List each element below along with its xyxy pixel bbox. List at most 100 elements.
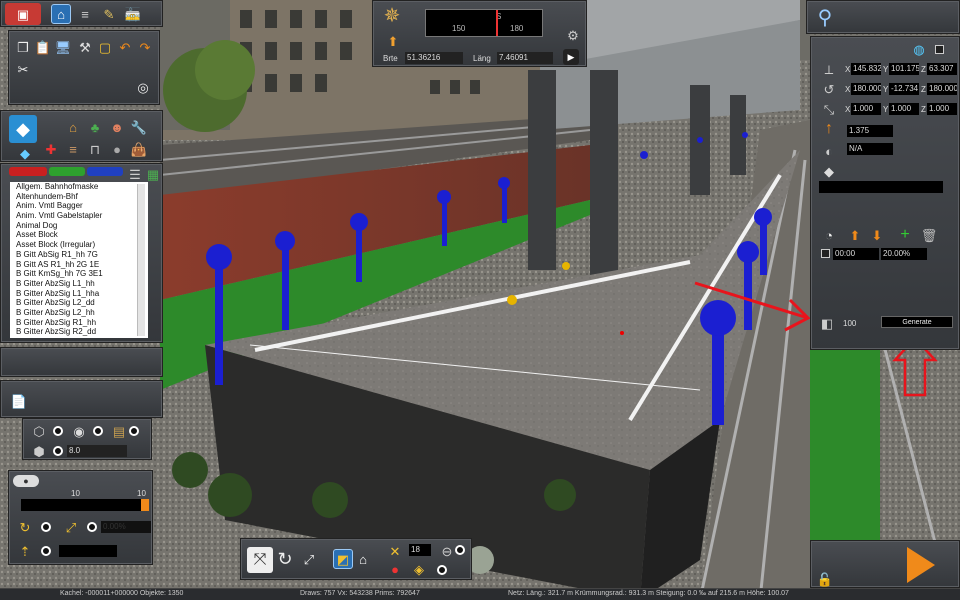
fullscreen-icon[interactable]: ⤧ [247, 547, 273, 573]
time-field[interactable]: 00:00 [833, 248, 879, 260]
redo-icon[interactable]: ↷ [135, 37, 155, 57]
scale-y-field[interactable]: 1.000 [889, 103, 919, 115]
copy-icon[interactable]: ❐ [13, 37, 33, 57]
fence-icon[interactable]: ≡ [63, 139, 83, 159]
tool-icon[interactable]: ⚒ [75, 37, 95, 57]
lock-radio[interactable] [455, 545, 465, 555]
list-item[interactable]: B Gitter AbzSig R2_dd [10, 327, 148, 337]
rotate-icon[interactable]: ↻ [15, 517, 35, 537]
percent-field[interactable]: 0.00% [101, 521, 151, 533]
stone-icon[interactable]: ● [107, 139, 127, 159]
list-item[interactable]: B Gitter AbzSig L2_dd [10, 298, 148, 308]
home-icon[interactable]: ⌂ [51, 4, 71, 24]
height-radio[interactable] [41, 546, 51, 556]
percent-value-field[interactable]: 20.00% [881, 248, 927, 260]
spacing-radio[interactable] [53, 446, 63, 456]
list-item[interactable]: B Gitter AbzSig L2_hh [10, 308, 148, 318]
link-toggle-icon[interactable]: ◐ [819, 141, 839, 161]
object-list[interactable]: Allgem. Bahnhofmaske Altenhundem-Bhf Anim.… [10, 182, 148, 338]
breite-field[interactable]: 51.36216 [405, 52, 463, 64]
list-item[interactable]: Anim. Vmtl Bagger [10, 201, 148, 211]
rail-icon[interactable]: ▤ [109, 421, 129, 441]
height-icon[interactable]: ⇡ [15, 541, 35, 561]
filter-red[interactable] [9, 167, 47, 176]
laenge-field[interactable]: 7.46091 [497, 52, 553, 64]
list-item[interactable]: Animal Dog [10, 221, 148, 231]
list-item[interactable]: B Gitter AbzSig L1_hha [10, 289, 148, 299]
globe-icon[interactable]: ◍ [909, 39, 929, 59]
toggle-icon[interactable]: ● [13, 475, 39, 487]
tree-icon[interactable]: ♣ [85, 117, 105, 137]
counter-field[interactable]: 18 [409, 544, 431, 556]
rotate-view-icon[interactable]: ↻ [275, 549, 295, 569]
generate-button[interactable]: Generate [881, 316, 953, 328]
pos-y-field[interactable]: 101.175 [889, 63, 919, 75]
home-view-icon[interactable]: ⌂ [353, 549, 373, 569]
toolbox-icon[interactable]: ▣ [5, 3, 41, 25]
scale-x-field[interactable]: 1.000 [851, 103, 881, 115]
compass-icon[interactable]: ✵ [379, 3, 405, 29]
value-slider[interactable] [21, 499, 149, 511]
sign-icon[interactable]: ◈ [409, 559, 429, 579]
play-button[interactable] [907, 547, 935, 583]
document-icon[interactable]: 📄 [9, 391, 29, 411]
scale-radio[interactable] [87, 522, 97, 532]
scale-icon[interactable]: ⤢ [61, 517, 81, 537]
trash-icon[interactable]: 🗑 [919, 225, 939, 245]
camera-icon[interactable]: ◩ [333, 549, 353, 569]
wrench-icon[interactable]: 🔧 [129, 117, 149, 137]
undo-icon[interactable]: ↶ [115, 37, 135, 57]
height-value-field[interactable]: 1.375 [847, 125, 893, 137]
bag-icon[interactable]: 👜 [129, 139, 149, 159]
house-icon[interactable]: ⌂ [63, 117, 83, 137]
pie-icon[interactable]: ◔ [819, 225, 839, 245]
pos-x-field[interactable]: 145.832 [851, 63, 881, 75]
play-icon[interactable]: ▶ [563, 49, 579, 65]
rail-radio[interactable] [129, 426, 139, 436]
train-icon[interactable]: 🚋 [123, 4, 143, 24]
scale-view-icon[interactable]: ⤢ [299, 549, 319, 569]
grid-snap-radio[interactable] [93, 426, 103, 436]
unlock-icon[interactable]: 🔓 [815, 569, 835, 589]
list-item[interactable]: Asset Block (Irregular) [10, 240, 148, 250]
signal-icon[interactable]: ✚ [41, 139, 61, 159]
sign-radio[interactable] [437, 565, 447, 575]
list-item[interactable]: B Gitt AS R1_hh 2G 1E [10, 260, 148, 270]
pos-z-field[interactable]: 63.307 [927, 63, 957, 75]
small-cube-icon[interactable]: ◆ [15, 143, 35, 163]
filter-blue[interactable] [87, 167, 123, 176]
bench-icon[interactable]: ⊓ [85, 139, 105, 159]
person-icon[interactable]: ☻ [107, 117, 127, 137]
screen-icon[interactable]: 🖥 [53, 37, 73, 57]
spacing-field[interactable]: 8.0 [67, 445, 127, 457]
list-scrollbar[interactable] [137, 184, 145, 336]
count-value[interactable]: 100 [843, 319, 856, 328]
link-field[interactable]: N/A [847, 143, 893, 155]
scale-z-field[interactable]: 1.000 [927, 103, 957, 115]
spacing-icon[interactable]: ⬢ [29, 441, 49, 461]
ball-icon[interactable]: ● [385, 559, 405, 579]
heading-strip[interactable]: 150 S 180 [425, 9, 543, 37]
object-name-field[interactable] [819, 181, 943, 193]
search-icon[interactable]: ⚲ [811, 4, 839, 32]
add-icon[interactable]: + [895, 225, 915, 245]
time-checkbox[interactable] [821, 249, 830, 258]
align-radio[interactable] [53, 426, 63, 436]
rotate-radio[interactable] [41, 522, 51, 532]
list-view-icon[interactable]: ☰ [125, 164, 145, 184]
align-icon[interactable]: ⬡ [29, 421, 49, 441]
rot-x-field[interactable]: 180.000 [851, 83, 881, 95]
list-item[interactable]: B Gitt AbSig R1_hh 7G [10, 250, 148, 260]
rot-y-field[interactable]: -12.734 [889, 83, 919, 95]
grid-view-icon[interactable]: ▦ [143, 164, 163, 184]
paste-icon[interactable]: 📋 [33, 37, 53, 57]
rot-z-field[interactable]: 180.000 [927, 83, 957, 95]
list-item[interactable]: Asset Block [10, 230, 148, 240]
lock-icon[interactable]: ⊖ [437, 541, 457, 561]
cross-icon[interactable]: ✕ [385, 541, 405, 561]
list-item[interactable]: Allgem. Bahnhofmaske [10, 182, 148, 192]
height-field[interactable] [59, 545, 117, 557]
track-icon[interactable]: ≡ [75, 4, 95, 24]
properties-checkbox[interactable] [935, 45, 944, 54]
list-item[interactable]: B Gitter AbzSig L1_hh [10, 279, 148, 289]
